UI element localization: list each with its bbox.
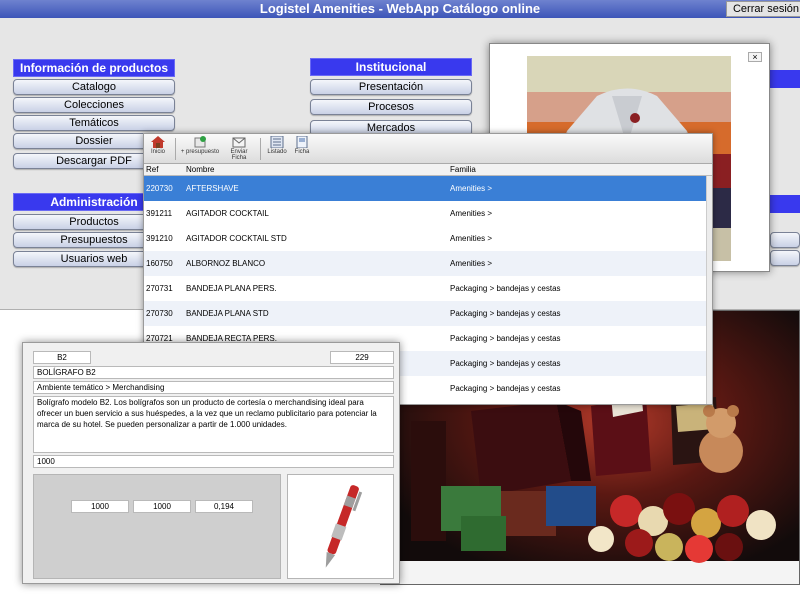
product-code-field[interactable]: B2 — [33, 351, 91, 364]
product-description-field[interactable]: Bolígrafo modelo B2. Los bolígrafos son … — [33, 396, 394, 453]
toolbar-separator — [260, 138, 261, 160]
section-header-partial — [770, 195, 800, 213]
menu-procesos-button[interactable]: Procesos — [310, 99, 472, 115]
app-title-bar: Logistel Amenities - WebApp Catálogo onl… — [0, 0, 800, 18]
table-row[interactable]: 270731 BANDEJA PLANA PERS. Packaging > b… — [144, 276, 712, 301]
product-number-field[interactable]: 229 — [330, 351, 394, 364]
menu-button-partial[interactable] — [770, 250, 800, 266]
column-header-nombre[interactable]: Nombre — [186, 164, 214, 175]
row-name: BANDEJA PLANA STD — [186, 309, 269, 318]
column-header-familia[interactable]: Familia — [450, 164, 476, 175]
section-header-partial — [770, 70, 800, 88]
row-family: Packaging > bandejas y cestas — [450, 359, 561, 368]
pen-image — [325, 485, 363, 568]
price-quantity-2-field[interactable]: 1000 — [133, 500, 191, 513]
logout-button[interactable]: Cerrar sesión — [726, 1, 800, 17]
toolbar: Inicio + presupuesto Enviar Ficha Listad… — [144, 134, 712, 164]
row-family: Packaging > bandejas y cestas — [450, 334, 561, 343]
product-thumbnail — [287, 474, 394, 579]
menu-presentacion-button[interactable]: Presentación — [310, 79, 472, 95]
unit-price-field[interactable]: 0,194 — [195, 500, 253, 513]
row-family: Packaging > bandejas y cestas — [450, 309, 561, 318]
row-name: ALBORNOZ BLANCO — [186, 259, 266, 268]
section-header-institucional: Institucional — [310, 58, 472, 76]
toolbar-add-budget-button[interactable]: + presupuesto — [180, 136, 220, 162]
menu-colecciones-button[interactable]: Colecciones — [13, 97, 175, 113]
toolbar-label: Enviar Ficha — [230, 149, 248, 161]
row-ref: 270730 — [146, 309, 173, 318]
toolbar-send-sheet-button[interactable]: Enviar Ficha — [223, 136, 255, 162]
table-row[interactable]: 160750 ALBORNOZ BLANCO Amenities > — [144, 251, 712, 276]
toolbar-listado-button[interactable]: Listado — [265, 136, 289, 162]
product-category-field[interactable]: Ambiente temático > Merchandising — [33, 381, 394, 394]
toolbar-label: Ficha — [294, 149, 310, 155]
row-name: AFTERSHAVE — [186, 184, 239, 193]
row-family: Packaging > bandejas y cestas — [450, 384, 561, 393]
row-family: Packaging > bandejas y cestas — [450, 284, 561, 293]
row-family: Amenities > — [450, 209, 493, 218]
home-icon — [151, 136, 165, 148]
row-name: AGITADOR COCKTAIL — [186, 209, 269, 218]
toolbar-label: Inicio — [150, 149, 165, 155]
row-family: Amenities > — [450, 259, 493, 268]
row-ref: 391211 — [146, 209, 173, 218]
toolbar-label: Listado — [267, 149, 287, 155]
row-ref: 220730 — [146, 184, 173, 193]
row-ref: 160750 — [146, 259, 173, 268]
row-family: Amenities > — [450, 184, 493, 193]
product-name-field[interactable]: BOLÍGRAFO B2 — [33, 366, 394, 379]
menu-button-partial[interactable] — [770, 232, 800, 248]
product-detail-window: B2 229 BOLÍGRAFO B2 Ambiente temático > … — [22, 342, 400, 584]
close-photo-button[interactable]: × — [748, 52, 762, 62]
table-row[interactable]: 391210 AGITADOR COCKTAIL STD Amenities > — [144, 226, 712, 251]
row-name: AGITADOR COCKTAIL STD — [186, 234, 287, 243]
menu-catalogo-button[interactable]: Catalogo — [13, 79, 175, 95]
pricing-panel — [33, 474, 281, 579]
send-sheet-icon — [232, 137, 246, 148]
price-quantity-1-field[interactable]: 1000 — [71, 500, 129, 513]
table-header: Ref Nombre Familia — [144, 164, 712, 176]
toolbar-inicio-button[interactable]: Inicio — [146, 136, 170, 162]
table-row[interactable]: 220730 AFTERSHAVE Amenities > — [144, 176, 712, 201]
column-header-ref[interactable]: Ref — [146, 164, 158, 175]
menu-tematicos-button[interactable]: Temáticos — [13, 115, 175, 131]
toolbar-separator — [175, 138, 176, 160]
add-budget-icon — [194, 136, 206, 148]
row-ref: 270731 — [146, 284, 173, 293]
min-quantity-field[interactable]: 1000 — [33, 455, 394, 468]
toolbar-ficha-button[interactable]: Ficha — [292, 136, 312, 162]
row-ref: 391210 — [146, 234, 173, 243]
row-family: Amenities > — [450, 234, 493, 243]
sheet-icon — [296, 136, 308, 148]
section-header-productos: Información de productos — [13, 59, 175, 77]
list-icon — [270, 136, 284, 148]
table-row[interactable]: 391211 AGITADOR COCKTAIL Amenities > — [144, 201, 712, 226]
table-scrollbar[interactable] — [706, 176, 712, 404]
row-name: BANDEJA PLANA PERS. — [186, 284, 277, 293]
table-row[interactable]: 270730 BANDEJA PLANA STD Packaging > ban… — [144, 301, 712, 326]
toolbar-label: + presupuesto — [180, 149, 220, 155]
